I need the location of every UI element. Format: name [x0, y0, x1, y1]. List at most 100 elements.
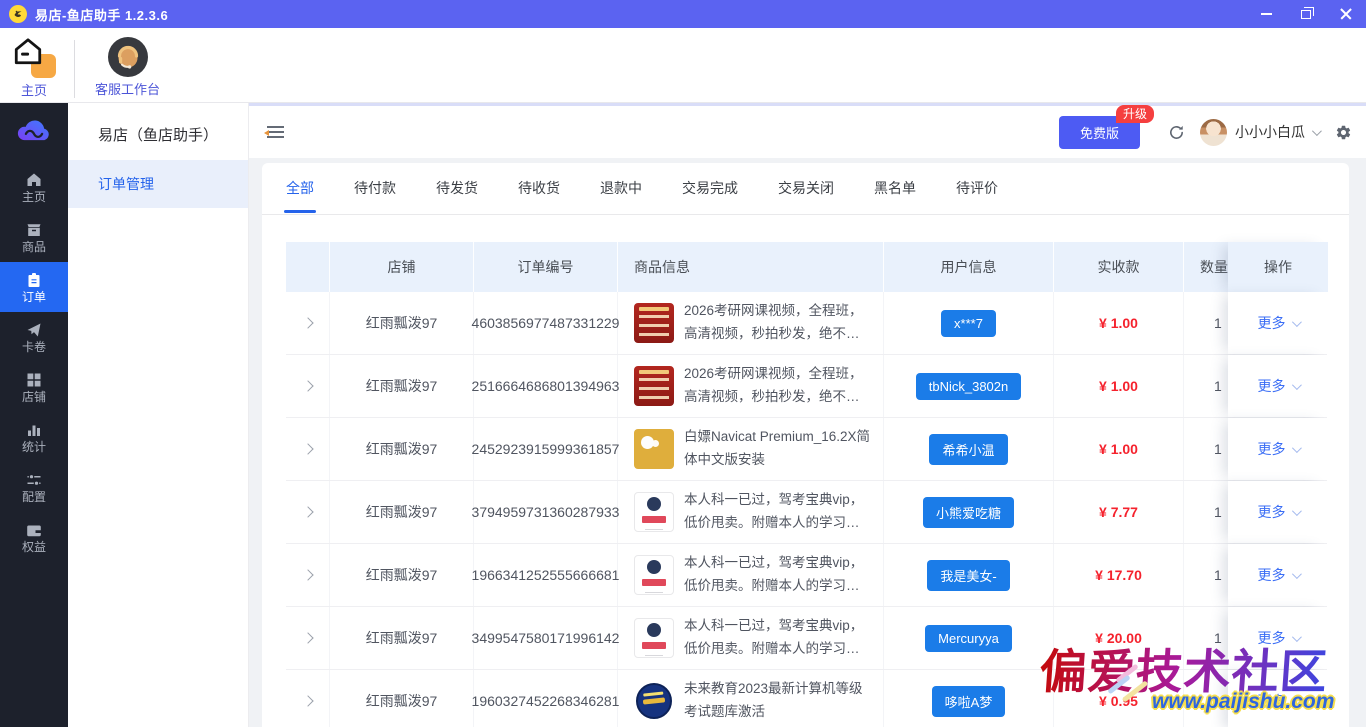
product-title: 未来教育2023最新计算机等级考试题库激活 — [684, 678, 871, 724]
sidebar-menu: 订单管理 — [68, 160, 248, 208]
more-label: 更多 — [1258, 565, 1286, 585]
expand-row-icon[interactable] — [302, 506, 313, 517]
buyer-nickname-button[interactable]: x***7 — [941, 310, 996, 337]
maximize-button[interactable] — [1286, 0, 1326, 28]
product-thumbnail — [634, 681, 674, 721]
rail-item-orders[interactable]: 订单 — [0, 262, 68, 312]
more-actions-link[interactable]: 更多 — [1258, 313, 1299, 333]
tab-6[interactable]: 交易关闭 — [778, 164, 834, 213]
close-button[interactable] — [1326, 0, 1366, 28]
buyer-nickname-button[interactable]: Mercuryya — [925, 625, 1012, 652]
amount-received: ¥ 1.00 — [1054, 355, 1184, 417]
expand-row-icon[interactable] — [302, 443, 313, 454]
column-header-product: 商品信息 — [618, 242, 884, 292]
more-label: 更多 — [1258, 439, 1286, 459]
username[interactable]: 小小小白瓜 — [1235, 122, 1305, 142]
buyer-nickname-button[interactable]: tbNick_3802n — [916, 373, 1022, 400]
buyer-nickname-button[interactable]: 小熊爱吃糖 — [923, 497, 1014, 528]
buyer-nickname-button[interactable]: 希希小温 — [929, 434, 1007, 465]
toolbar-home-label: 主页 — [21, 80, 47, 99]
tab-8[interactable]: 待评价 — [956, 164, 998, 213]
user-menu-chevron-icon[interactable] — [1312, 126, 1322, 136]
tab-label: 全部 — [286, 180, 314, 196]
secondary-sidebar: 易店（鱼店助手） 订单管理 — [68, 103, 249, 727]
tab-1[interactable]: 待付款 — [354, 164, 396, 213]
table-row: 红雨瓢泼97 4603856977487331229 2026考研网课视频，全程… — [286, 292, 1327, 355]
product-info: 2026考研网课视频，全程班，高清视频，秒拍秒发，绝不跑路！ — [618, 355, 884, 417]
rail-item-config[interactable]: 配置 — [0, 462, 68, 512]
tab-2[interactable]: 待发货 — [436, 164, 478, 213]
product-title: 2026考研网课视频，全程班，高清视频，秒拍秒发，绝不跑路！ — [684, 363, 871, 409]
rail-item-label: 配置 — [22, 491, 46, 503]
rail-item-shops[interactable]: 店铺 — [0, 362, 68, 412]
product-info: 白嫖Navicat Premium_16.2X简体中文版安装 — [618, 418, 884, 480]
rail-item-label: 卡卷 — [22, 341, 46, 353]
tab-7[interactable]: 黑名单 — [874, 164, 916, 213]
table-row: 红雨瓢泼97 2452923915999361857 白嫖Navicat Pre… — [286, 418, 1327, 481]
home-icon — [26, 172, 42, 188]
chevron-down-icon — [1291, 506, 1301, 516]
wallet-icon — [26, 522, 42, 538]
tab-3[interactable]: 待收货 — [518, 164, 560, 213]
collapse-sidebar-icon[interactable] — [267, 126, 284, 138]
rail-item-label: 商品 — [22, 241, 46, 253]
column-header-order: 订单编号 — [474, 242, 618, 292]
toolbar-workspace-button[interactable]: 客服工作台 — [95, 36, 160, 98]
store-name: 红雨瓢泼97 — [330, 355, 474, 417]
product-thumbnail — [634, 366, 674, 406]
rail-item-home[interactable]: 主页 — [0, 162, 68, 212]
chevron-down-icon — [1291, 317, 1301, 327]
expand-row-icon[interactable] — [302, 632, 313, 643]
upgrade-badge[interactable]: 升级 — [1116, 105, 1154, 123]
refresh-button[interactable] — [1168, 124, 1185, 141]
expand-row-icon[interactable] — [302, 695, 313, 706]
order-number: 1960327452268346281 — [474, 670, 618, 727]
settings-gear-button[interactable] — [1335, 124, 1352, 141]
app-body: 主页 商品 订单 卡卷 店铺 统计 配置 权益 易店（鱼店助手） 订单管理 免费… — [0, 103, 1366, 727]
amount-received: ¥ 1.00 — [1054, 292, 1184, 354]
chevron-down-icon — [1291, 380, 1301, 390]
more-actions-link[interactable]: 更多 — [1258, 376, 1299, 396]
rail-item-stats[interactable]: 统计 — [0, 412, 68, 462]
tab-5[interactable]: 交易完成 — [682, 164, 738, 213]
order-number: 2452923915999361857 — [474, 418, 618, 480]
more-actions-link[interactable]: 更多 — [1258, 628, 1299, 648]
rail-item-rights[interactable]: 权益 — [0, 512, 68, 562]
expand-row-icon[interactable] — [302, 317, 313, 328]
expand-row-icon[interactable] — [302, 569, 313, 580]
order-number: 3499547580171996142 — [474, 607, 618, 669]
chevron-down-icon — [1291, 632, 1301, 642]
store-name: 红雨瓢泼97 — [330, 607, 474, 669]
sidebar-item-order-management[interactable]: 订单管理 — [68, 160, 248, 208]
cloud-logo-icon — [13, 118, 55, 150]
amount-received: ¥ 0.95 — [1054, 670, 1184, 727]
product-title: 2026考研网课视频，全程班，高清视频，秒拍秒发，绝不跑路！ — [684, 300, 871, 346]
tab-0[interactable]: 全部 — [286, 164, 314, 213]
more-actions-link[interactable]: 更多 — [1258, 439, 1299, 459]
rail-item-goods[interactable]: 商品 — [0, 212, 68, 262]
product-info: 2026考研网课视频，全程班，高清视频，秒拍秒发，绝不跑路！ — [618, 292, 884, 354]
minimize-button[interactable] — [1246, 0, 1286, 28]
more-actions-link[interactable]: 更多 — [1258, 691, 1299, 711]
chevron-down-icon — [1291, 443, 1301, 453]
order-status-tabs: 全部 待付款 待发货 待收货退款中交易完成交易关闭黑名单待评价 — [262, 163, 1349, 215]
rail-item-coupons[interactable]: 卡卷 — [0, 312, 68, 362]
buyer-nickname-button[interactable]: 哆啦A梦 — [932, 686, 1006, 717]
amount-received: ¥ 1.00 — [1054, 418, 1184, 480]
expand-row-icon[interactable] — [302, 380, 313, 391]
tab-label: 待发货 — [436, 180, 478, 196]
more-label: 更多 — [1258, 376, 1286, 396]
product-info: 未来教育2023最新计算机等级考试题库激活 — [618, 670, 884, 727]
more-actions-link[interactable]: 更多 — [1258, 565, 1299, 585]
more-label: 更多 — [1258, 691, 1286, 711]
product-thumbnail — [634, 429, 674, 469]
user-avatar[interactable] — [1200, 119, 1227, 146]
toolbar-home-button[interactable]: 主页 — [10, 36, 58, 99]
tab-4[interactable]: 退款中 — [600, 164, 642, 213]
more-label: 更多 — [1258, 502, 1286, 522]
buyer-nickname-button[interactable]: 我是美女- — [927, 560, 1009, 591]
store-name: 红雨瓢泼97 — [330, 544, 474, 606]
more-actions-link[interactable]: 更多 — [1258, 502, 1299, 522]
product-title: 白嫖Navicat Premium_16.2X简体中文版安装 — [684, 426, 871, 472]
customer-service-icon — [108, 37, 148, 77]
